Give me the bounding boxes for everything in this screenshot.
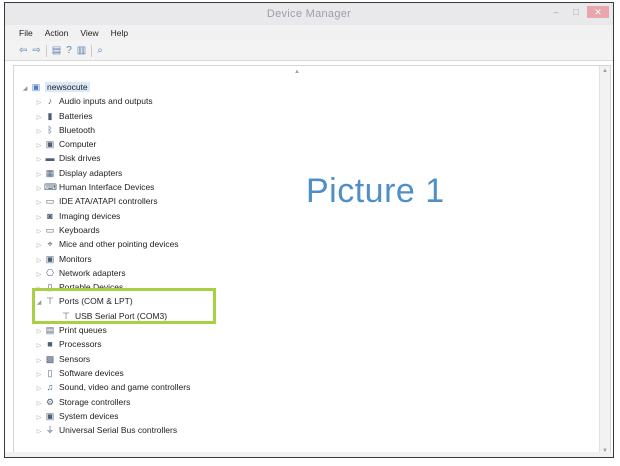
tree-item-label: Human Interface Devices — [59, 182, 155, 193]
help-icon[interactable]: ? — [66, 45, 72, 57]
tree-item-label: Universal Serial Bus controllers — [59, 425, 178, 436]
ide-icon: ▭ — [45, 196, 55, 207]
title-bar: Device Manager – □ ✕ — [5, 3, 613, 25]
camera-icon: ◙ — [47, 210, 53, 221]
forward-icon[interactable]: ⇨ — [32, 45, 40, 57]
printer-icon: ▤ — [45, 325, 55, 336]
status-bar — [5, 452, 613, 457]
vertical-scrollbar[interactable]: ▲ ▼ — [599, 66, 610, 456]
menu-bar: File Action View Help — [5, 25, 613, 41]
toolbar: ⇦ ⇨ ▤ ? ▥ ⌕ — [5, 41, 613, 61]
back-icon[interactable]: ⇦ — [19, 45, 27, 57]
tree-root[interactable]: ◢ ▣ newsocute — [20, 80, 190, 94]
usb-icon: ⏚ — [45, 425, 55, 436]
battery-icon: ▮ — [47, 110, 53, 121]
tree-category-item[interactable]: ▷ ▬ Disk drives — [20, 151, 190, 165]
tree-item-label: Processors — [59, 339, 102, 350]
tree-item-label: Sound, video and game controllers — [59, 382, 191, 393]
tree-category-item[interactable]: ▷ ⏚ Universal Serial Bus controllers — [20, 423, 190, 437]
tree-item-label: Monitors — [59, 253, 92, 264]
tree-item-label: Computer — [59, 139, 97, 150]
menu-file[interactable]: File — [19, 28, 33, 38]
ports-highlight-box — [32, 288, 216, 324]
tree-category-item[interactable]: ▷ ⌖ Mice and other pointing devices — [20, 237, 190, 251]
close-button[interactable]: ✕ — [587, 6, 609, 18]
menu-help[interactable]: Help — [111, 28, 128, 38]
device-manager-window: Device Manager – □ ✕ File Action View He… — [4, 2, 614, 458]
monitor-icon: ▣ — [45, 253, 55, 264]
tree-category-item[interactable]: ▷ ▩ Sensors — [20, 352, 190, 366]
tree-category-item[interactable]: ▷ ▭ IDE ATA/ATAPI controllers — [20, 194, 190, 208]
toolbar-separator — [91, 44, 93, 57]
tree-item-label: Sensors — [59, 353, 91, 364]
computer-icon: ▣ — [31, 82, 41, 92]
tree-item-label: Bluetooth — [59, 124, 95, 135]
device-tree: ◢ ▣ newsocute ▷ ♪ Audio inputs and outputs ▷ ▮ B… — [20, 80, 190, 437]
storage-icon: ⚙ — [45, 396, 55, 407]
tree-item-label: Software devices — [59, 367, 124, 378]
tree-item-label: IDE ATA/ATAPI controllers — [59, 196, 158, 207]
network-icon: ⎔ — [46, 267, 54, 278]
picture-annotation: Picture 1 — [306, 172, 445, 210]
toolbar-separator — [45, 44, 47, 57]
scroll-up-icon: ▲ — [294, 69, 300, 75]
scroll-up-icon[interactable]: ▲ — [600, 68, 610, 74]
window-controls: – □ ✕ — [547, 6, 609, 20]
tree-item-label: Storage controllers — [59, 396, 131, 407]
tree-category-item[interactable]: ▷ ◙ Imaging devices — [20, 209, 190, 223]
minimize-button[interactable]: – — [547, 6, 565, 18]
device-tree-panel: ▲ ◢ ▣ newsocute ▷ ♪ Audio inputs and outputs ▷… — [13, 65, 611, 457]
view-icon[interactable]: ▥ — [77, 45, 86, 57]
horizontal-scroll-hint: ▲ — [14, 66, 610, 76]
tree-item-label: Network adapters — [59, 267, 126, 278]
scan-icon[interactable]: ⌕ — [97, 45, 103, 57]
tree-category-item[interactable]: ▷ ▯ Software devices — [20, 366, 190, 380]
software-icon: ▯ — [47, 367, 53, 378]
keyboard-icon: ▭ — [45, 224, 55, 235]
tree-item-label: Mice and other pointing devices — [59, 239, 179, 250]
menu-view[interactable]: View — [80, 28, 98, 38]
system-icon: ▣ — [45, 410, 55, 421]
tree-category-item[interactable]: ▷ ▮ Batteries — [20, 109, 190, 123]
tree-item-label: Display adapters — [59, 167, 123, 178]
tree-category-item[interactable]: ▷ ▣ System devices — [20, 409, 190, 423]
disk-icon: ▬ — [45, 153, 55, 164]
tree-category-item[interactable]: ▷ ▣ Computer — [20, 137, 190, 151]
bluetooth-icon: ᛒ — [47, 124, 53, 135]
tree-item-label: System devices — [59, 410, 119, 421]
hid-icon: ⌨ — [44, 182, 57, 193]
tree-item-label: Keyboards — [59, 224, 100, 235]
properties-icon[interactable]: ▤ — [52, 45, 61, 57]
tree-category-item[interactable]: ▷ ♪ Audio inputs and outputs — [20, 94, 190, 108]
tree-category-item[interactable]: ▷ ⚙ Storage controllers — [20, 395, 190, 409]
menu-action[interactable]: Action — [45, 28, 69, 38]
expand-arrow-icon[interactable]: ▷ — [34, 425, 44, 439]
tree-item-label: Imaging devices — [59, 210, 121, 221]
tree-item-label: Batteries — [59, 110, 93, 121]
speaker-icon: ♪ — [47, 96, 53, 107]
tree-item-label: Print queues — [59, 325, 107, 336]
maximize-button[interactable]: □ — [567, 6, 585, 18]
sound-icon: ♫ — [46, 382, 54, 393]
sensor-icon: ▩ — [45, 353, 55, 364]
tree-category-item[interactable]: ▷ ▤ Print queues — [20, 323, 190, 337]
cpu-icon: ■ — [47, 339, 53, 350]
display-icon: ▦ — [45, 167, 55, 178]
tree-category-item[interactable]: ▷ ▭ Keyboards — [20, 223, 190, 237]
tree-category-item[interactable]: ▷ ⎔ Network adapters — [20, 266, 190, 280]
tree-root-label: newsocute — [45, 82, 90, 92]
mouse-icon: ⌖ — [47, 239, 53, 250]
tree-category-item[interactable]: ▷ ♫ Sound, video and game controllers — [20, 380, 191, 394]
tree-item-label: Audio inputs and outputs — [59, 96, 153, 107]
tree-category-item[interactable]: ▷ ▦ Display adapters — [20, 166, 190, 180]
tree-category-item[interactable]: ▷ ▣ Monitors — [20, 252, 190, 266]
tree-category-item[interactable]: ▷ ⌨ Human Interface Devices — [20, 180, 190, 194]
tree-item-label: Disk drives — [59, 153, 101, 164]
window-title: Device Manager — [266, 8, 352, 20]
tree-category-item[interactable]: ▷ ᛒ Bluetooth — [20, 123, 190, 137]
tree-category-item[interactable]: ▷ ■ Processors — [20, 337, 190, 351]
computer-icon: ▣ — [45, 139, 55, 150]
